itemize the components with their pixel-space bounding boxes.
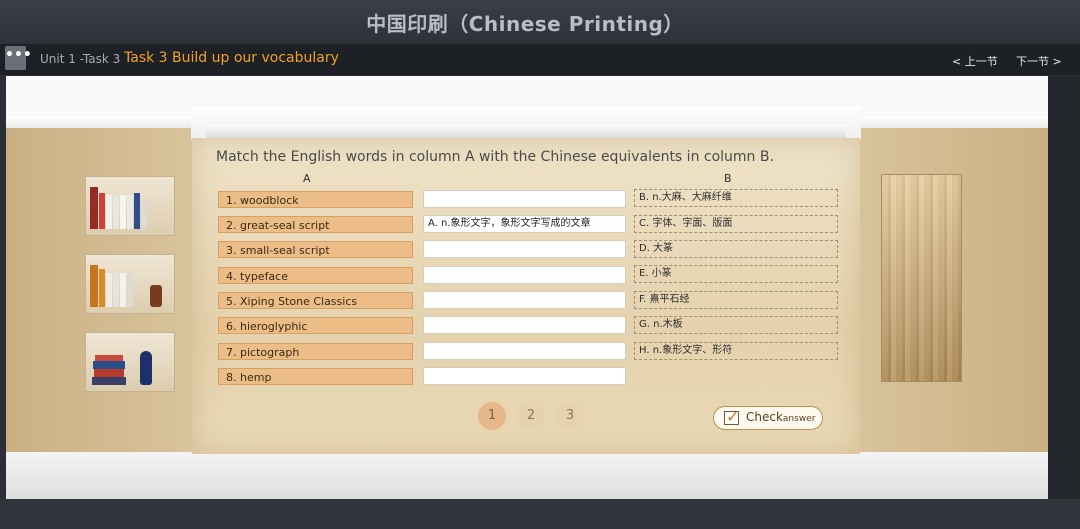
book [95, 355, 123, 361]
vase [140, 351, 152, 385]
check-label-small: answer [782, 414, 816, 424]
check-answer-label: Checkanswer [746, 410, 815, 424]
word-item: 1. woodblock [218, 191, 413, 208]
book [150, 285, 162, 307]
book [99, 193, 105, 229]
check-label-main: Check [746, 410, 783, 424]
answer-slot[interactable] [423, 367, 626, 385]
answer-slot[interactable] [423, 240, 626, 258]
check-answer-button[interactable]: ✓ Checkanswer [713, 406, 823, 430]
word-item: 7. pictograph [218, 343, 413, 360]
book [120, 195, 126, 229]
answer-slot[interactable] [423, 316, 626, 334]
ceiling-lip [206, 124, 846, 138]
exercise-instruction: Match the English words in column A with… [216, 149, 774, 165]
bottom-bar [0, 499, 1080, 529]
bookshelf-3 [85, 332, 175, 392]
unit-label: Unit 1 -Task 3 [40, 52, 121, 66]
book [106, 273, 112, 307]
book [93, 361, 125, 369]
word-item: 5. Xiping Stone Classics [218, 292, 413, 309]
answer-slot[interactable] [423, 190, 626, 208]
exercise-stage [6, 76, 1048, 499]
book [99, 269, 105, 307]
book [134, 193, 140, 229]
word-item: 2. great-seal script [218, 216, 413, 233]
book [113, 195, 119, 229]
checkmark-icon: ✓ [726, 407, 740, 426]
word-item: 4. typeface [218, 267, 413, 284]
menu-icon[interactable]: ••• [5, 46, 32, 70]
option-item[interactable]: C. 字体、字面、版面 [634, 215, 838, 233]
floor [6, 452, 1048, 499]
option-item[interactable]: G. n.木板 [634, 316, 838, 334]
book [94, 369, 124, 377]
option-item[interactable]: F. 熹平石经 [634, 291, 838, 309]
column-b-header: B [724, 172, 732, 185]
page-button-3[interactable]: 3 [556, 402, 584, 430]
page-button-1[interactable]: 1 [478, 402, 506, 430]
book [90, 187, 98, 229]
word-item: 8. hemp [218, 368, 413, 385]
answer-slot[interactable] [423, 291, 626, 309]
top-banner: 中国印刷（Chinese Printing） [0, 0, 1080, 44]
book [90, 265, 98, 307]
prev-section-link[interactable]: < 上一节 [952, 53, 998, 69]
answer-slot[interactable] [423, 342, 626, 360]
book [127, 195, 133, 229]
book [141, 199, 147, 229]
app-title: 中国印刷（Chinese Printing） [366, 12, 684, 36]
option-item[interactable]: D. 大篆 [634, 240, 838, 258]
column-a-header: A [303, 172, 311, 185]
book [127, 273, 133, 307]
next-section-link[interactable]: 下一节 > [1016, 53, 1062, 69]
option-item[interactable]: E. 小篆 [634, 265, 838, 283]
navigation-bar: ••• Unit 1 -Task 3 Task 3 Build up our v… [0, 44, 1080, 75]
right-gutter [1048, 76, 1080, 499]
bookshelf-1 [85, 176, 175, 236]
book [120, 273, 126, 307]
task-title: Task 3 Build up our vocabulary [124, 50, 339, 66]
answer-slot[interactable] [423, 266, 626, 284]
option-item[interactable]: H. n.象形文字、形符 [634, 342, 838, 360]
word-item: 3. small-seal script [218, 241, 413, 258]
bookshelf-2 [85, 254, 175, 314]
printing-relief-image [881, 174, 962, 382]
book [92, 377, 126, 385]
answer-slot[interactable]: A. n.象形文字，象形文字写成的文章 [423, 215, 626, 233]
book [106, 195, 112, 229]
page-button-2[interactable]: 2 [517, 402, 545, 430]
book [113, 273, 119, 307]
word-item: 6. hieroglyphic [218, 317, 413, 334]
option-item[interactable]: B. n.大麻、大麻纤维 [634, 189, 838, 207]
